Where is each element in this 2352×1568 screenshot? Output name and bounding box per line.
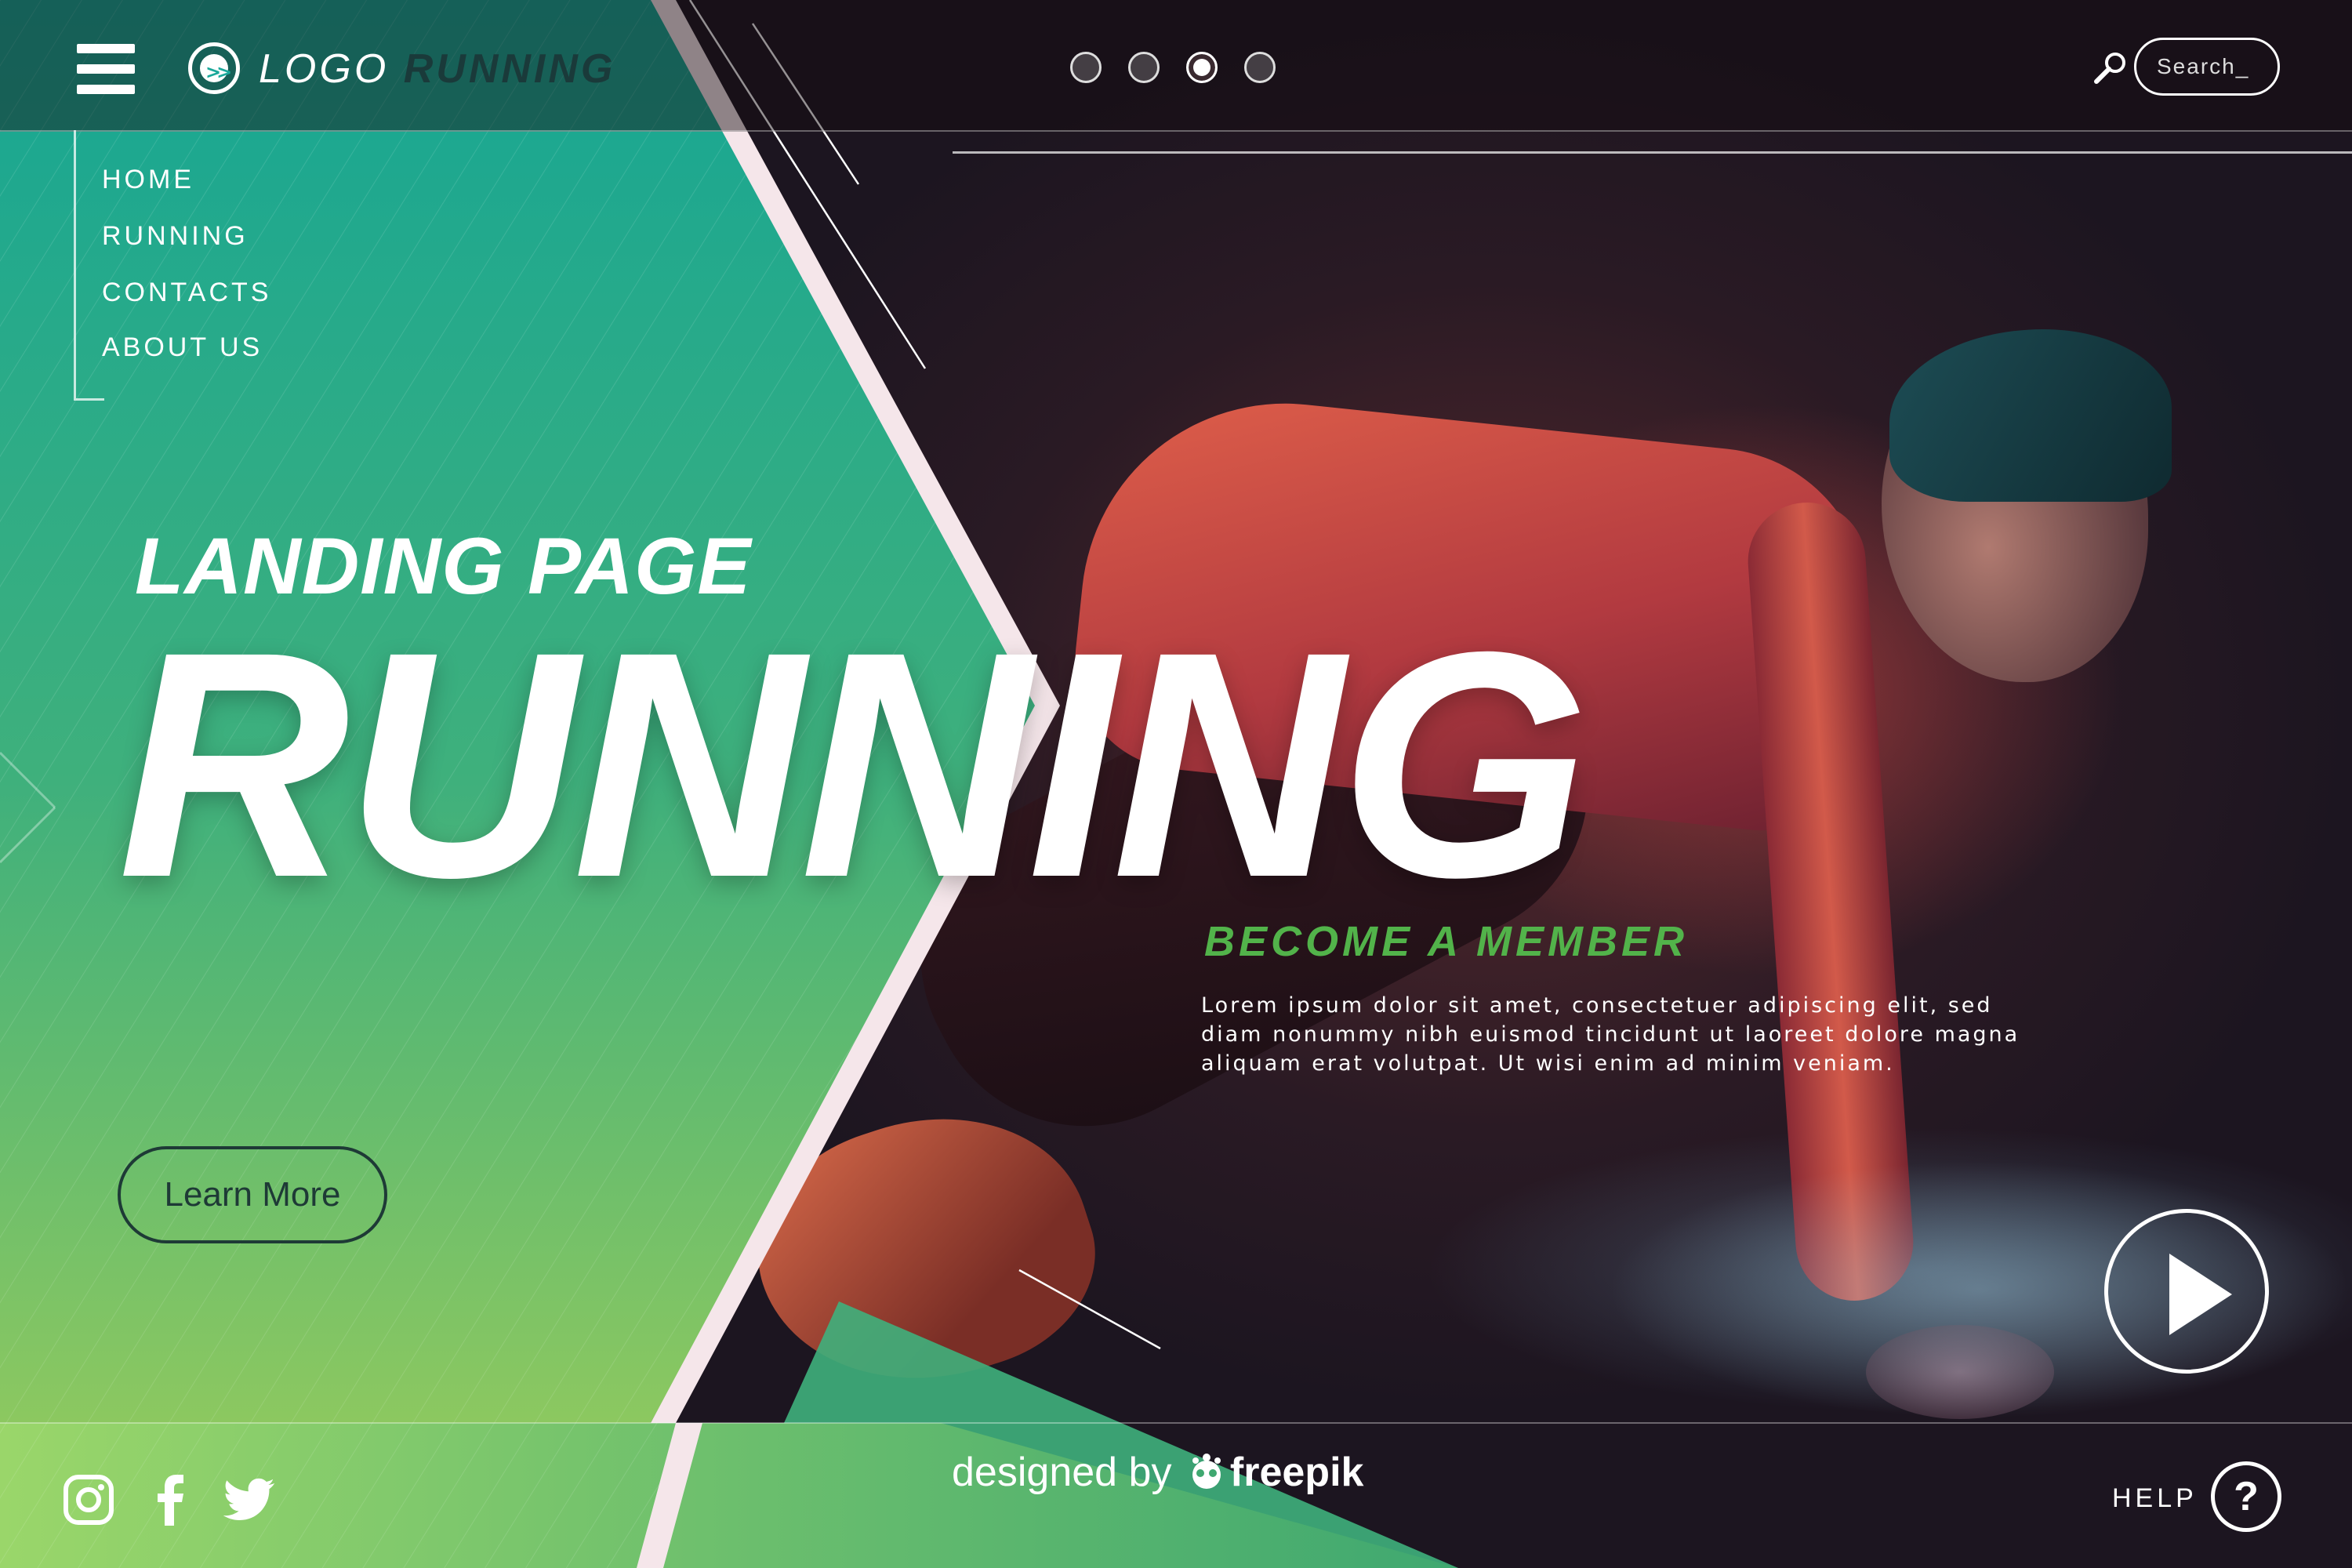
play-video-button[interactable] <box>2104 1209 2269 1374</box>
credit-prefix: designed by <box>952 1450 1172 1495</box>
carousel-dot-3[interactable] <box>1186 52 1218 83</box>
logo-bold-text: RUNNING <box>403 46 616 92</box>
logo[interactable]: LOGO RUNNING <box>259 45 615 93</box>
footer-divider <box>0 1422 2352 1424</box>
search-input[interactable] <box>2134 38 2280 96</box>
carousel-dot-1[interactable] <box>1070 52 1102 83</box>
logo-light-text: LOGO <box>259 46 390 92</box>
play-icon <box>2169 1254 2232 1335</box>
help-button[interactable]: ? <box>2211 1461 2281 1532</box>
freepik-logo-icon <box>1183 1451 1230 1490</box>
nav-item-home[interactable]: HOME <box>102 165 194 195</box>
carousel-dot-4[interactable] <box>1244 52 1276 83</box>
instagram-icon[interactable] <box>61 1472 116 1527</box>
nav-bracket <box>74 130 104 401</box>
nav-item-about-us[interactable]: ABOUT US <box>102 332 263 363</box>
hero-body-text: Lorem ipsum dolor sit amet, consectetuer… <box>1201 993 2020 1076</box>
hero-title: RUNNING <box>118 585 1589 944</box>
learn-more-button[interactable]: Learn More <box>118 1146 387 1243</box>
nav-item-running[interactable]: RUNNING <box>102 221 249 252</box>
accent-line <box>953 151 2352 154</box>
carousel-dot-2[interactable] <box>1128 52 1160 83</box>
footer-credit: designed by freepik <box>952 1449 1363 1496</box>
header-divider <box>0 130 2352 132</box>
nav-item-contacts[interactable]: CONTACTS <box>102 278 271 308</box>
logo-icon: >> <box>188 42 240 94</box>
member-heading: BECOME A MEMBER <box>1204 918 1689 965</box>
help-label: HELP <box>2112 1483 2198 1513</box>
facebook-icon[interactable] <box>143 1472 198 1527</box>
credit-brand: freepik <box>1229 1450 1364 1495</box>
menu-icon[interactable] <box>77 44 135 94</box>
search-icon[interactable] <box>2093 50 2128 85</box>
twitter-icon[interactable] <box>223 1472 278 1527</box>
